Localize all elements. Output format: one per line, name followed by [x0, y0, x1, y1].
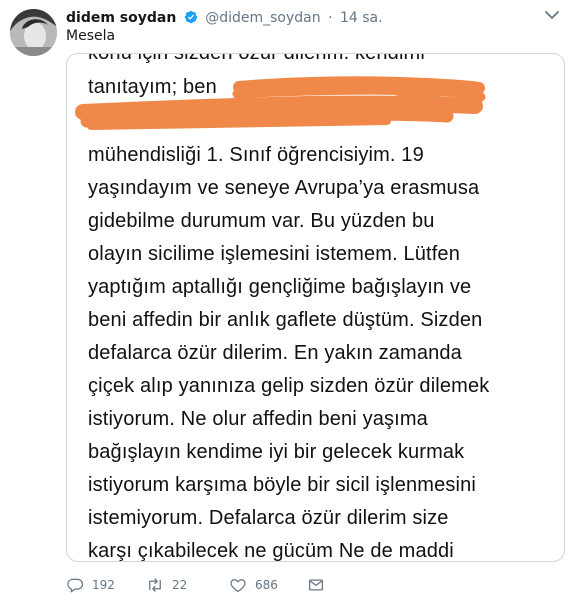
envelope-icon	[308, 579, 324, 591]
direct-message-button[interactable]	[307, 573, 325, 597]
header-separator: ·	[328, 10, 333, 26]
tweet-header: didem soydan @didem_soydan · 14 sa.	[66, 8, 383, 28]
redaction-scribble	[75, 76, 486, 130]
photo-line: bağışlayın kendime iyi bir gelecek kurma…	[88, 441, 465, 463]
photo-line: beni affedin bir anlık gaflete düştüm. S…	[88, 309, 483, 331]
heart-icon	[230, 579, 246, 593]
tweet-text: Mesela	[66, 28, 116, 44]
chevron-down-icon[interactable]	[545, 10, 559, 20]
tweet: didem soydan @didem_soydan · 14 sa. Mese…	[0, 0, 569, 609]
photo-line: yaptığım aptallığı gençliğime bağışlayın…	[88, 276, 472, 298]
photo-line: defalarca özür dilerim. En yakın zamanda	[88, 342, 462, 364]
photo-line: yaşındayım ve seneye Avrupa’ya erasmusa	[88, 177, 480, 199]
reply-count: 192	[92, 578, 115, 592]
retweet-icon	[149, 578, 161, 592]
retweet-button[interactable]: 22	[146, 573, 187, 597]
photo-line: istiyorum. Ne olur affedin beni yaşıma	[88, 408, 428, 430]
photo-line: istemiyorum. Defalarca özür dilerim size	[88, 507, 449, 529]
author-handle[interactable]: @didem_soydan	[205, 10, 320, 26]
photo-line: çiçek alıp yanınıza gelip sizden özür di…	[88, 375, 490, 397]
tweet-photo[interactable]: konu için sizden özür dilerim. kendimi t…	[66, 53, 565, 562]
like-count: 686	[255, 578, 278, 592]
tweet-actions: 192 22 686	[66, 573, 366, 597]
retweet-count: 22	[172, 578, 188, 592]
verified-badge-icon	[184, 10, 197, 24]
author-name[interactable]: didem soydan	[66, 8, 176, 28]
tweet-timestamp[interactable]: 14 sa.	[340, 10, 383, 26]
photo-line: olayın sicilime işlemesini istemem. Lütf…	[88, 243, 460, 265]
profile-photo-icon	[10, 9, 57, 56]
reply-icon	[67, 578, 84, 593]
photo-line: karşı çıkabilecek ne gücüm Ne de maddi	[88, 540, 454, 562]
photo-line: gidebilme durumum var. Bu yüzden bu	[88, 210, 435, 232]
avatar[interactable]	[10, 9, 57, 56]
reply-button[interactable]: 192	[66, 573, 115, 597]
like-button[interactable]: 686	[229, 573, 278, 597]
photo-line: istiyorum karşıma böyle bir sicil işlenm…	[88, 474, 476, 496]
